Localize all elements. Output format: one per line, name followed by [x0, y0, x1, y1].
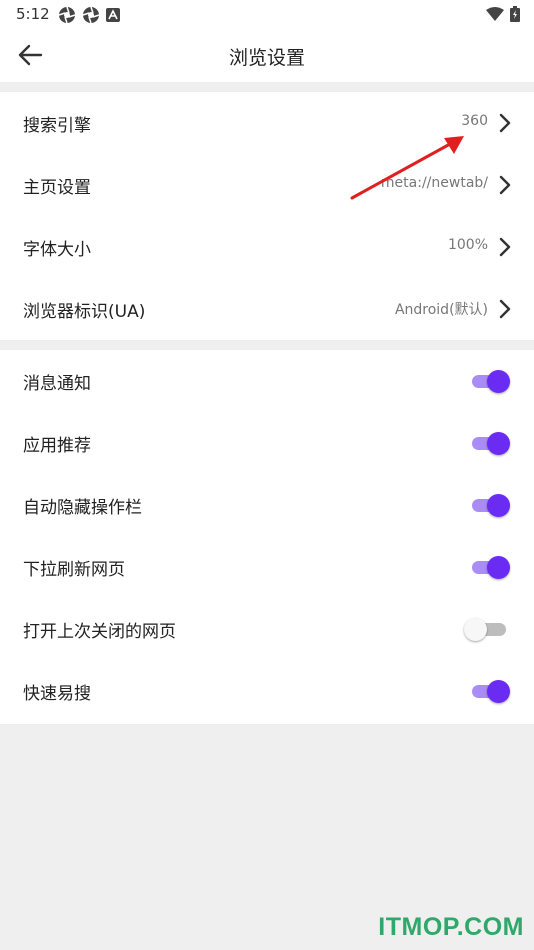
row-label: 打开上次关闭的网页	[23, 622, 176, 642]
chevron-right-icon[interactable]	[498, 298, 512, 320]
row-value: 100%	[447, 237, 488, 253]
auto-hide-toolbar-row: 自动隐藏操作栏	[0, 474, 534, 536]
chevron-right-icon[interactable]	[498, 112, 512, 134]
auto-hide-toolbar-toggle[interactable]	[470, 493, 510, 517]
toggle-thumb	[487, 680, 510, 703]
row-value: Android(默认)	[394, 302, 488, 318]
toggle-thumb	[487, 370, 510, 393]
row-label: 主页设置	[23, 178, 91, 198]
toggle-thumb	[487, 556, 510, 579]
user-agent-row[interactable]: 浏览器标识(UA) Android(默认)	[0, 278, 534, 340]
row-label: 快速易搜	[23, 684, 91, 704]
row-label: 应用推荐	[23, 436, 91, 456]
status-time: 5:12	[16, 5, 50, 23]
row-label: 搜索引擎	[23, 116, 91, 136]
font-size-row[interactable]: 字体大小 100%	[0, 216, 534, 278]
app-notification-icon	[106, 8, 120, 22]
annotation-arrow-icon	[350, 136, 464, 200]
pull-to-refresh-row: 下拉刷新网页	[0, 536, 534, 598]
watermark: ITMOP.COM	[378, 913, 524, 941]
aperture-icon	[58, 6, 76, 24]
wifi-icon	[486, 7, 504, 21]
page-title: 浏览设置	[228, 47, 305, 69]
row-label: 浏览器标识(UA)	[23, 302, 146, 322]
toggle-thumb	[464, 618, 487, 641]
pull-to-refresh-toggle[interactable]	[470, 555, 510, 579]
toggle-thumb	[487, 494, 510, 517]
system-icons	[486, 6, 520, 22]
row-label: 消息通知	[23, 374, 91, 394]
battery-icon	[510, 6, 520, 22]
chevron-right-icon[interactable]	[498, 236, 512, 258]
quick-search-row: 快速易搜	[0, 660, 534, 722]
row-label: 自动隐藏操作栏	[23, 498, 142, 518]
quick-search-toggle[interactable]	[470, 679, 510, 703]
settings-group-general: 搜索引擎 360 主页设置 meta://newtab/ 字体大小 100% 浏…	[0, 92, 534, 340]
row-label: 下拉刷新网页	[23, 560, 125, 580]
settings-group-toggles: 消息通知 应用推荐 自动隐藏操作栏 下拉刷新网页 打开上次关闭的网页 快速易搜	[0, 350, 534, 724]
notifications-toggle[interactable]	[470, 369, 510, 393]
notification-icons	[58, 6, 120, 24]
toggle-thumb	[487, 432, 510, 455]
restore-closed-pages-toggle[interactable]	[464, 617, 508, 641]
chevron-right-icon[interactable]	[498, 174, 512, 196]
restore-closed-pages-row: 打开上次关闭的网页	[0, 598, 534, 660]
app-bar: 浏览设置	[0, 28, 534, 82]
row-value: 360	[461, 113, 488, 129]
app-recommend-toggle[interactable]	[470, 431, 510, 455]
app-recommend-row: 应用推荐	[0, 412, 534, 474]
row-label: 字体大小	[23, 240, 91, 260]
aperture-icon	[82, 6, 100, 24]
notifications-row: 消息通知	[0, 350, 534, 412]
status-bar: 5:12	[0, 0, 534, 28]
